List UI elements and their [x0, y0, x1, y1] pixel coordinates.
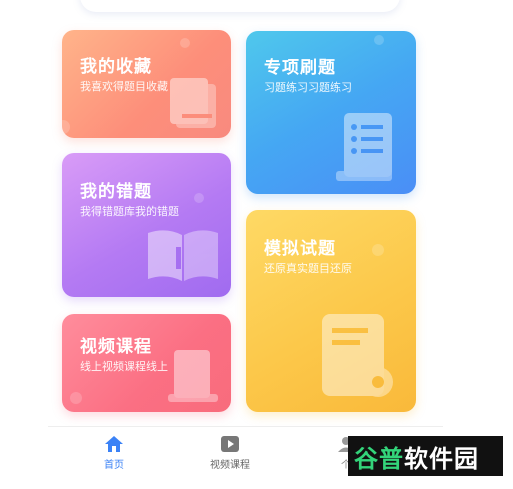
- tab-home-label: 首页: [104, 460, 124, 471]
- decor-bubble: [194, 193, 204, 203]
- tab-video-course[interactable]: 视频课程: [190, 435, 270, 471]
- decor-bubble: [372, 244, 384, 256]
- wrong-subtitle: 我得错题库我的错题: [80, 205, 179, 218]
- scroll-list-icon: [336, 113, 392, 181]
- tab-video-label: 视频课程: [210, 460, 250, 471]
- open-book-icon: [148, 230, 218, 281]
- exam-title: 模拟试题: [264, 239, 336, 259]
- wrong-title: 我的错题: [80, 182, 152, 202]
- book-icon: [170, 78, 216, 128]
- favorites-card[interactable]: 我的收藏 我喜欢得题目收藏: [62, 30, 231, 138]
- topic-subtitle: 习题练习习题练习: [264, 81, 352, 94]
- decor-bubble: [374, 35, 384, 45]
- wrong-questions-card[interactable]: 我的错题 我得错题库我的错题: [62, 153, 231, 297]
- watermark-logo: 谷普 软件园: [348, 436, 503, 476]
- topic-title: 专项刷题: [264, 58, 336, 78]
- favorites-title: 我的收藏: [80, 57, 152, 77]
- watermark-part1: 谷普: [354, 444, 404, 473]
- decor-bubble: [70, 392, 82, 404]
- watermark-part2: 软件园: [404, 444, 479, 473]
- tab-home[interactable]: 首页: [74, 435, 154, 471]
- home-icon: [105, 436, 123, 452]
- top-card-remnant: [80, 0, 400, 12]
- favorites-subtitle: 我喜欢得题目收藏: [80, 80, 168, 93]
- decor-bubble: [180, 38, 190, 48]
- video-course-card[interactable]: 视频课程 线上视频课程线上: [62, 314, 231, 412]
- mock-exam-card[interactable]: 模拟试题 还原真实题目还原: [246, 210, 416, 412]
- exam-paper-icon: [322, 314, 393, 397]
- topic-practice-card[interactable]: 专项刷题 习题练习习题练习: [246, 31, 416, 194]
- book-icon: [168, 350, 218, 402]
- video-icon: [221, 436, 239, 452]
- video-subtitle: 线上视频课程线上: [80, 360, 168, 373]
- decor-bubble: [62, 120, 70, 134]
- video-title: 视频课程: [80, 337, 152, 357]
- exam-subtitle: 还原真实题目还原: [264, 262, 352, 275]
